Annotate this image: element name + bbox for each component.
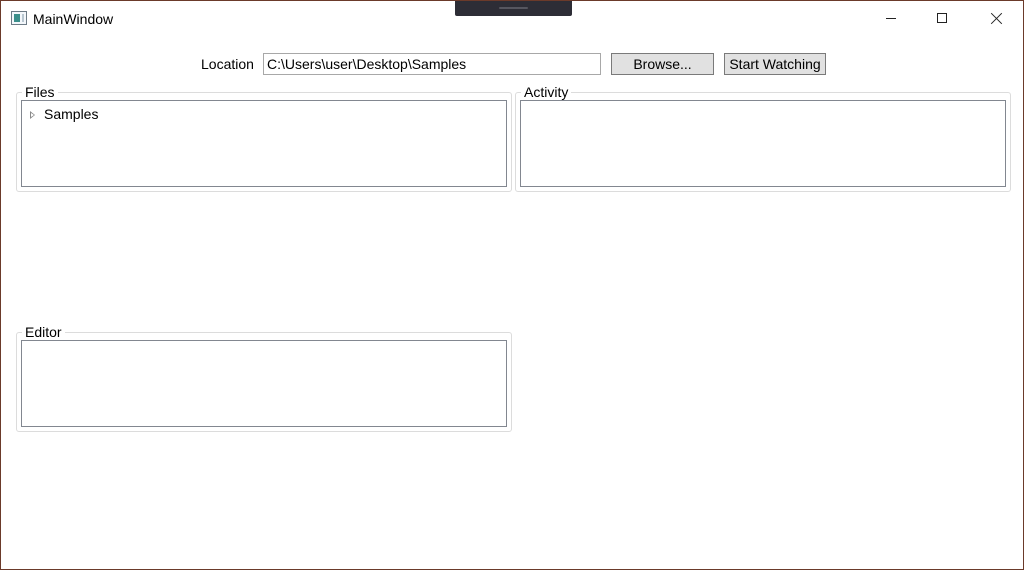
editor-textarea[interactable] bbox=[21, 340, 507, 427]
browse-button[interactable]: Browse... bbox=[611, 53, 714, 75]
files-header: Files bbox=[22, 84, 58, 100]
minimize-button[interactable] bbox=[868, 1, 914, 35]
expand-arrow-icon[interactable] bbox=[30, 111, 35, 119]
maximize-button[interactable] bbox=[919, 1, 965, 35]
location-label: Location bbox=[201, 56, 254, 72]
main-window: MainWindow Location Browse... Start Watc… bbox=[0, 0, 1024, 570]
files-tree[interactable]: Samples bbox=[21, 100, 507, 187]
close-button[interactable] bbox=[973, 1, 1019, 35]
maximize-icon bbox=[937, 13, 947, 23]
tree-item-samples[interactable]: Samples bbox=[30, 105, 98, 123]
activity-group: Activity bbox=[515, 84, 1011, 192]
close-icon bbox=[990, 12, 1003, 25]
files-group: Files Samples bbox=[16, 84, 512, 192]
location-input[interactable] bbox=[263, 53, 601, 75]
window-title: MainWindow bbox=[33, 11, 114, 27]
editor-header: Editor bbox=[22, 324, 65, 340]
tree-item-label: Samples bbox=[44, 106, 99, 122]
title-bar[interactable]: MainWindow bbox=[1, 1, 1023, 37]
activity-list[interactable] bbox=[520, 100, 1006, 187]
drag-handle[interactable] bbox=[455, 1, 572, 16]
start-watching-button[interactable]: Start Watching bbox=[724, 53, 826, 75]
app-icon bbox=[11, 11, 27, 25]
activity-header: Activity bbox=[521, 84, 572, 100]
minimize-icon bbox=[886, 18, 896, 19]
editor-group: Editor bbox=[16, 324, 512, 432]
